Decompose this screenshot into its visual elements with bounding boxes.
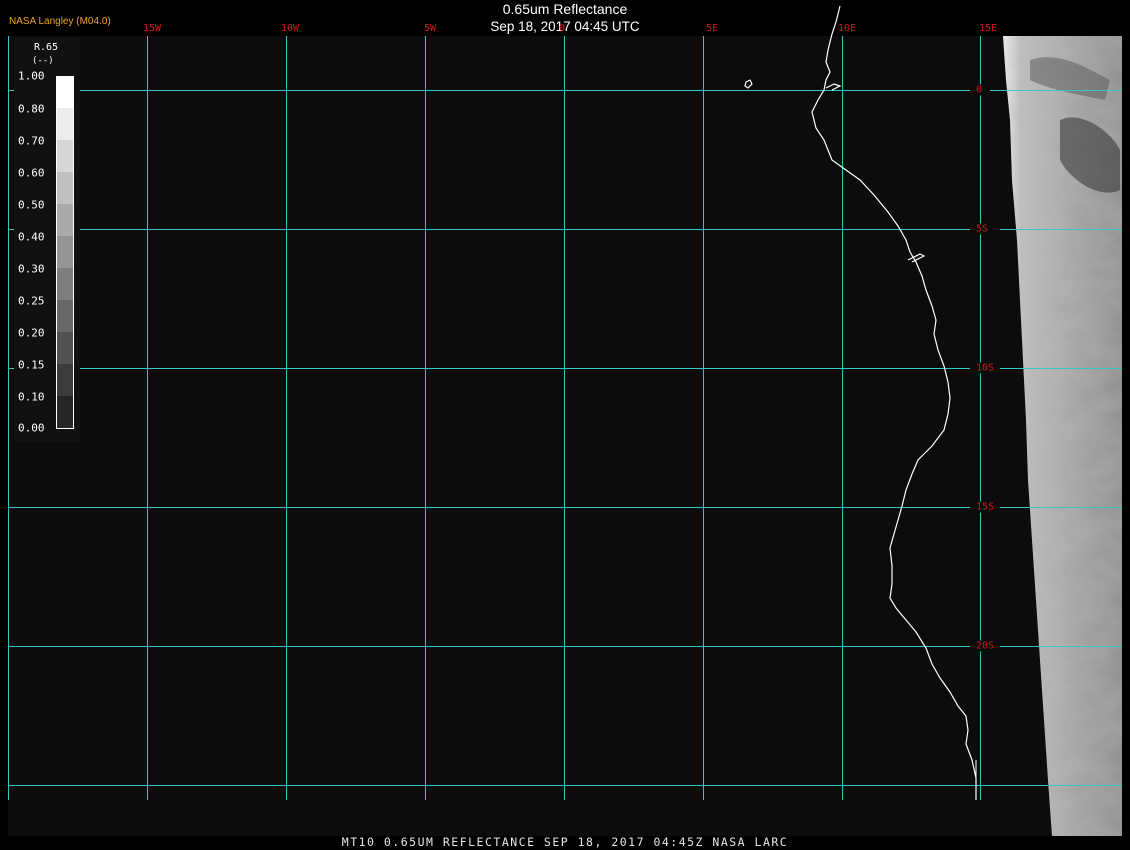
lon-label-10w: 10W xyxy=(280,23,300,34)
legend-colorbar-frame xyxy=(56,76,74,429)
legend-tick: 0.50 xyxy=(18,198,45,212)
lon-label-5e: 5E xyxy=(705,23,719,34)
legend-tick: 0.40 xyxy=(18,230,45,244)
legend-tick: 1.00 xyxy=(18,69,45,83)
legend-tick: 0.25 xyxy=(18,294,45,308)
legend-tick: 0.60 xyxy=(18,166,45,180)
legend-tick: 0.20 xyxy=(18,326,45,340)
lat-label-10s: 10S xyxy=(974,362,997,374)
lat-label-20s: 20S xyxy=(974,640,997,652)
legend-tick: 0.70 xyxy=(18,134,45,148)
legend-tick: 0.80 xyxy=(18,102,45,116)
lat-label-0: 0 xyxy=(974,84,985,96)
color-legend: R.65 (--) 1.00 0.80 0.70 0.60 0.50 0.40 … xyxy=(14,38,80,442)
legend-tick: 0.10 xyxy=(18,390,45,404)
credit-label: NASA Langley (M04.0) xyxy=(9,16,111,27)
footer-caption: MT10 0.65UM REFLECTANCE SEP 18, 2017 04:… xyxy=(341,835,789,849)
lon-label-15w: 15W xyxy=(142,23,162,34)
legend-parameter: R.65 xyxy=(34,42,59,53)
legend-tick: 0.15 xyxy=(18,358,45,372)
lat-label-5s: 5S xyxy=(974,223,991,235)
lon-label-10e: 10E xyxy=(837,23,857,34)
lat-label-15s: 15S xyxy=(974,501,997,513)
satellite-map xyxy=(0,0,1130,850)
lon-label-15e: 15E xyxy=(978,23,998,34)
legend-tick: 0.30 xyxy=(18,262,45,276)
map-title: 0.65um Reflectance xyxy=(502,1,628,17)
lon-label-5w: 5W xyxy=(423,23,437,34)
lon-label-0: 0 xyxy=(558,23,566,34)
legend-units: (--) xyxy=(32,56,54,66)
legend-tick: 0.00 xyxy=(18,421,45,435)
